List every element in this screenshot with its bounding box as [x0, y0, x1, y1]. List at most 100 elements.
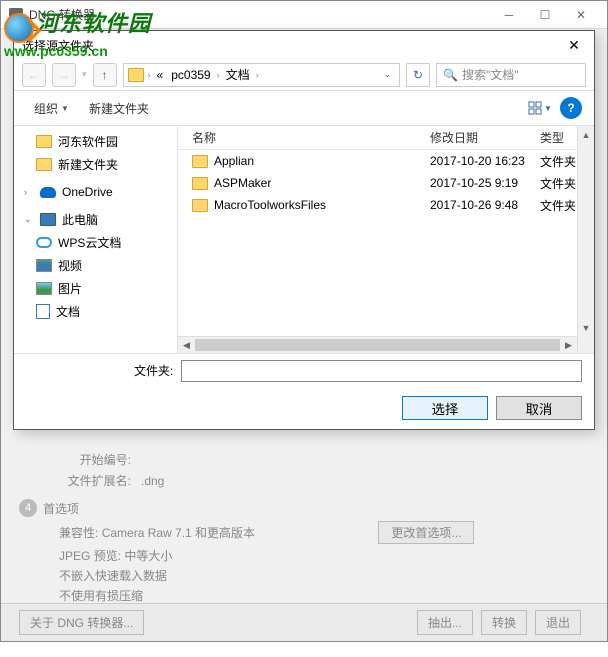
search-icon: 🔍 — [443, 68, 458, 82]
scroll-down-icon[interactable]: ▼ — [578, 319, 594, 336]
minimize-button[interactable]: ─ — [491, 3, 527, 27]
folder-icon — [128, 68, 144, 82]
horizontal-scrollbar[interactable]: ◀ ▶ — [178, 336, 577, 353]
tree-item[interactable]: 视频 — [14, 254, 177, 277]
pref-line: 不使用有损压缩 — [59, 587, 587, 604]
tree-label: 图片 — [58, 280, 82, 297]
tree-label: 新建文件夹 — [58, 156, 118, 173]
maximize-button[interactable]: ☐ — [527, 3, 563, 27]
scroll-thumb[interactable] — [195, 339, 560, 351]
help-button[interactable]: ? — [560, 97, 582, 119]
expand-icon[interactable]: › — [24, 187, 34, 197]
ext-value: .dng — [141, 474, 164, 488]
compat-value: Camera Raw 7.1 和更高版本 — [102, 526, 255, 540]
up-button[interactable]: ↑ — [93, 63, 117, 87]
file-name: MacroToolworksFiles — [214, 198, 326, 212]
video-icon — [36, 259, 52, 272]
cancel-button[interactable]: 取消 — [496, 396, 582, 420]
tree-label: 此电脑 — [62, 211, 98, 228]
file-date: 2017-10-25 9:19 — [430, 176, 540, 190]
toolbar: 组织 ▼ 新建文件夹 ▼ ? — [14, 91, 594, 125]
pictures-icon — [36, 282, 52, 295]
ext-label: 文件扩展名: — [51, 472, 141, 489]
back-button[interactable]: ← — [22, 63, 46, 87]
tree-label: 文档 — [56, 303, 80, 320]
col-date[interactable]: 修改日期 — [430, 129, 540, 146]
tree-item[interactable]: 河东软件园 — [14, 130, 177, 153]
breadcrumb-item[interactable]: 文档 — [224, 66, 252, 83]
tree-item[interactable]: 图片 — [14, 277, 177, 300]
search-placeholder: 搜索"文档" — [462, 66, 519, 83]
folder-name-row: 文件夹: — [14, 353, 594, 387]
chevron-down-icon: ▼ — [61, 104, 69, 113]
dialog-close-button[interactable]: ✕ — [554, 31, 594, 59]
chevron-right-icon: › — [256, 70, 259, 80]
tree-item-thispc[interactable]: ⌄ 此电脑 — [14, 208, 177, 231]
folder-icon — [36, 135, 52, 148]
select-button[interactable]: 选择 — [402, 396, 488, 420]
tree-label: WPS云文档 — [58, 234, 121, 251]
file-list: 名称 修改日期 类型 Applian 2017-10-20 16:23 文件夹 … — [178, 126, 594, 353]
close-button[interactable]: ✕ — [563, 3, 599, 27]
tree-item[interactable]: 新建文件夹 — [14, 153, 177, 176]
preferences-heading: 首选项 — [43, 500, 79, 517]
pc-icon — [40, 213, 56, 226]
chevron-right-icon: › — [217, 70, 220, 80]
file-date: 2017-10-26 9:48 — [430, 198, 540, 212]
search-input[interactable]: 🔍 搜索"文档" — [436, 63, 586, 87]
about-button[interactable]: 关于 DNG 转换器... — [19, 610, 144, 635]
folder-name-input[interactable] — [181, 360, 582, 382]
breadcrumb[interactable]: › « pc0359 › 文档 › ⌄ — [123, 63, 400, 87]
dialog-buttons: 选择 取消 — [14, 387, 594, 429]
folder-icon — [192, 155, 208, 168]
breadcrumb-dropdown[interactable]: ⌄ — [379, 69, 395, 80]
organize-button[interactable]: 组织 ▼ — [26, 97, 77, 120]
list-item[interactable]: ASPMaker 2017-10-25 9:19 文件夹 — [178, 172, 594, 194]
globe-icon — [4, 13, 34, 43]
list-item[interactable]: MacroToolworksFiles 2017-10-26 9:48 文件夹 — [178, 194, 594, 216]
forward-button[interactable]: → — [52, 63, 76, 87]
view-icon — [528, 101, 542, 115]
jpeg-value: 中等大小 — [124, 549, 172, 563]
tree-label: OneDrive — [62, 185, 113, 199]
watermark-url: www.pc0359.cn — [4, 43, 151, 59]
scroll-left-icon[interactable]: ◀ — [178, 337, 195, 353]
documents-icon — [36, 304, 50, 319]
folder-icon — [192, 199, 208, 212]
tree-item[interactable]: 文档 — [14, 300, 177, 323]
onedrive-icon — [40, 187, 56, 198]
folder-label: 文件夹: — [134, 362, 173, 379]
collapse-icon[interactable]: ⌄ — [24, 214, 34, 225]
breadcrumb-item[interactable]: pc0359 — [169, 68, 212, 82]
folder-picker-dialog: 选择源文件夹 ✕ ← → ▾ ↑ › « pc0359 › 文档 › ⌄ ↻ 🔍… — [13, 30, 595, 430]
compat-label: 兼容性: — [59, 526, 98, 540]
file-name: Applian — [214, 154, 254, 168]
organize-label: 组织 — [34, 100, 58, 117]
tree-label: 河东软件园 — [58, 133, 118, 150]
pref-line: 不嵌入快速载入数据 — [59, 567, 587, 584]
folder-icon — [36, 158, 52, 171]
col-name[interactable]: 名称 — [178, 129, 430, 146]
new-folder-button[interactable]: 新建文件夹 — [81, 97, 157, 120]
list-item[interactable]: Applian 2017-10-20 16:23 文件夹 — [178, 150, 594, 172]
scroll-right-icon[interactable]: ▶ — [560, 337, 577, 353]
extract-button[interactable]: 抽出... — [417, 610, 473, 635]
file-date: 2017-10-20 16:23 — [430, 154, 540, 168]
tree-item[interactable]: WPS云文档 — [14, 231, 177, 254]
view-mode-button[interactable]: ▼ — [524, 97, 556, 119]
tree-item-onedrive[interactable]: › OneDrive — [14, 182, 177, 202]
chevron-right-icon: › — [148, 70, 151, 80]
folder-icon — [192, 177, 208, 190]
vertical-scrollbar[interactable]: ▲ ▼ — [577, 126, 594, 353]
exit-button[interactable]: 退出 — [535, 610, 581, 635]
breadcrumb-item[interactable]: « — [155, 68, 166, 82]
change-preferences-button[interactable]: 更改首选项... — [378, 521, 474, 544]
convert-button[interactable]: 转换 — [481, 610, 527, 635]
file-name: ASPMaker — [214, 176, 271, 190]
address-bar: ← → ▾ ↑ › « pc0359 › 文档 › ⌄ ↻ 🔍 搜索"文档" — [14, 59, 594, 91]
scroll-up-icon[interactable]: ▲ — [578, 126, 594, 143]
step-4-bullet: 4 — [19, 499, 37, 517]
refresh-button[interactable]: ↻ — [406, 63, 430, 87]
jpeg-label: JPEG 预览: — [59, 549, 121, 563]
new-folder-label: 新建文件夹 — [89, 100, 149, 117]
